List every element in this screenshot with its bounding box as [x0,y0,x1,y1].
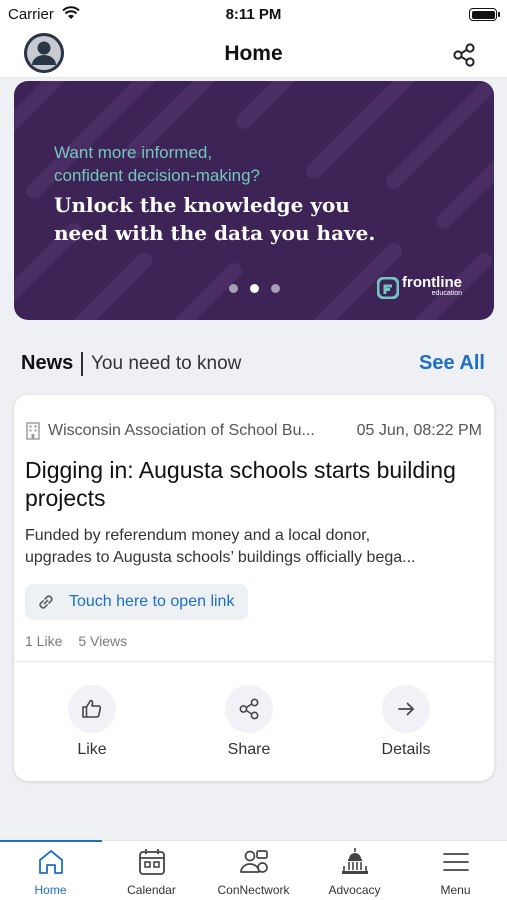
open-link-label: Touch here to open link [69,593,235,610]
news-summary: Funded by referendum money and a local d… [25,527,416,566]
news-date: 05 Jun, 08:22 PM [356,422,482,439]
hamburger-icon [442,853,469,871]
home-icon [38,850,63,874]
like-label: Like [77,741,107,758]
status-bar: Carrier 8:11 PM [0,0,507,30]
news-source: Wisconsin Association of School Bu... [48,422,315,439]
like-button[interactable]: Like [42,685,142,759]
brand-name: frontline [402,274,462,291]
banner-headline: Unlock the knowledge you need with the d… [54,193,376,245]
battery-icon [469,8,500,21]
page-title: Home [224,42,283,65]
share-icon[interactable] [451,42,477,68]
link-icon [39,595,53,609]
tab-home[interactable]: Home [0,847,101,897]
share-icon [239,698,259,720]
people-icon [239,850,268,873]
news-section-header: News You need to know See All [21,352,487,378]
tab-advocacy[interactable]: Advocacy [304,847,405,897]
tab-menu[interactable]: Menu [405,847,506,897]
tab-connectwork[interactable]: ConNectwork [203,847,304,897]
news-card[interactable]: Wisconsin Association of School Bu... 05… [14,395,494,781]
promo-banner[interactable]: Want more informed, confident decision-m… [14,81,494,320]
details-button[interactable]: Details [356,685,456,759]
tab-calendar-label: Calendar [127,883,176,897]
clock: 8:11 PM [225,6,282,23]
open-link-button[interactable]: Touch here to open link [25,584,249,620]
news-subtitle: You need to know [91,353,242,374]
news-stats: 1 Like 5 Views [25,633,143,649]
calendar-icon [138,849,165,875]
tab-advocacy-label: Advocacy [328,883,381,897]
arrow-right-icon [398,702,414,716]
tab-connectwork-label: ConNectwork [217,883,290,897]
tab-home-label: Home [34,883,67,897]
news-divider [81,352,83,376]
details-label: Details [381,741,431,758]
thumbs-up-icon [82,699,102,718]
carousel-dot-active[interactable] [249,284,259,293]
news-title: News [21,352,74,374]
building-icon [26,422,40,440]
news-headline[interactable]: Digging in: Augusta schools starts build… [25,456,475,512]
view-count: 5 Views [78,633,128,649]
card-divider [14,661,494,662]
tab-calendar[interactable]: Calendar [101,847,202,897]
banner-question: Want more informed, confident decision-m… [54,143,261,185]
share-button[interactable]: Share [199,685,299,759]
active-tab-indicator [0,840,102,842]
frontline-logo: frontline education [377,274,462,299]
share-label: Share [227,741,271,758]
bottom-tab-bar: Home Calendar ConNectwork Advocacy Menu [0,840,507,900]
nav-header: Home [0,30,507,78]
capitol-icon [341,848,368,874]
like-count: 1 Like [25,633,63,649]
carousel-dot[interactable] [228,284,238,293]
tab-menu-label: Menu [440,883,471,897]
see-all-link[interactable]: See All [419,352,485,375]
carousel-dot[interactable] [270,284,280,293]
frontline-logo-icon [377,277,399,299]
